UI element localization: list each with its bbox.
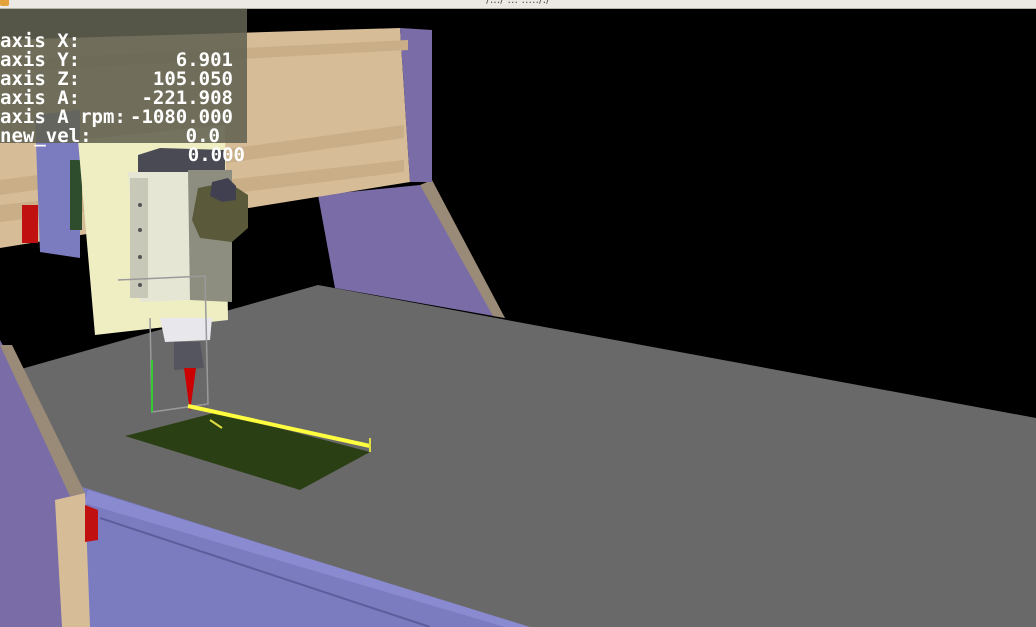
dro-row-axis-x: axis X: 6.901 (0, 13, 247, 70)
dro-row-axis-z: axis Z: -221.908 (0, 51, 247, 108)
dro-value: 0.000 (187, 144, 245, 166)
window-titlebar[interactable]: /.../ ... ....././ (0, 0, 1036, 9)
dro-label: new_vel: (0, 125, 92, 147)
dro-row-axis-y: axis Y: 105.050 (0, 32, 247, 89)
dro-row-axis-a-rpm: axis A rpm: 0.0 (0, 89, 247, 146)
left-red-clamp (85, 505, 98, 542)
spindle-mount-hole (138, 283, 142, 287)
spindle-mount-hole (138, 255, 142, 259)
dro-row-axis-a: axis A: -1080.000 (0, 70, 247, 127)
dro-row-new-vel: new_vel: 0.000 (0, 108, 247, 165)
carriage-bracket (70, 160, 82, 230)
spindle-mount-hole (138, 203, 142, 207)
gantry-red-block (22, 205, 38, 243)
spindle-nose (160, 318, 212, 342)
collet-nut (174, 342, 204, 370)
spindle-mount-hole (138, 228, 142, 232)
position-readout-panel: axis X: 6.901 axis Y: 105.050 axis Z: -2… (0, 9, 247, 165)
simulator-window: /.../ ... ....././ (0, 0, 1036, 627)
window-title: /.../ ... ....././ (0, 0, 1036, 6)
